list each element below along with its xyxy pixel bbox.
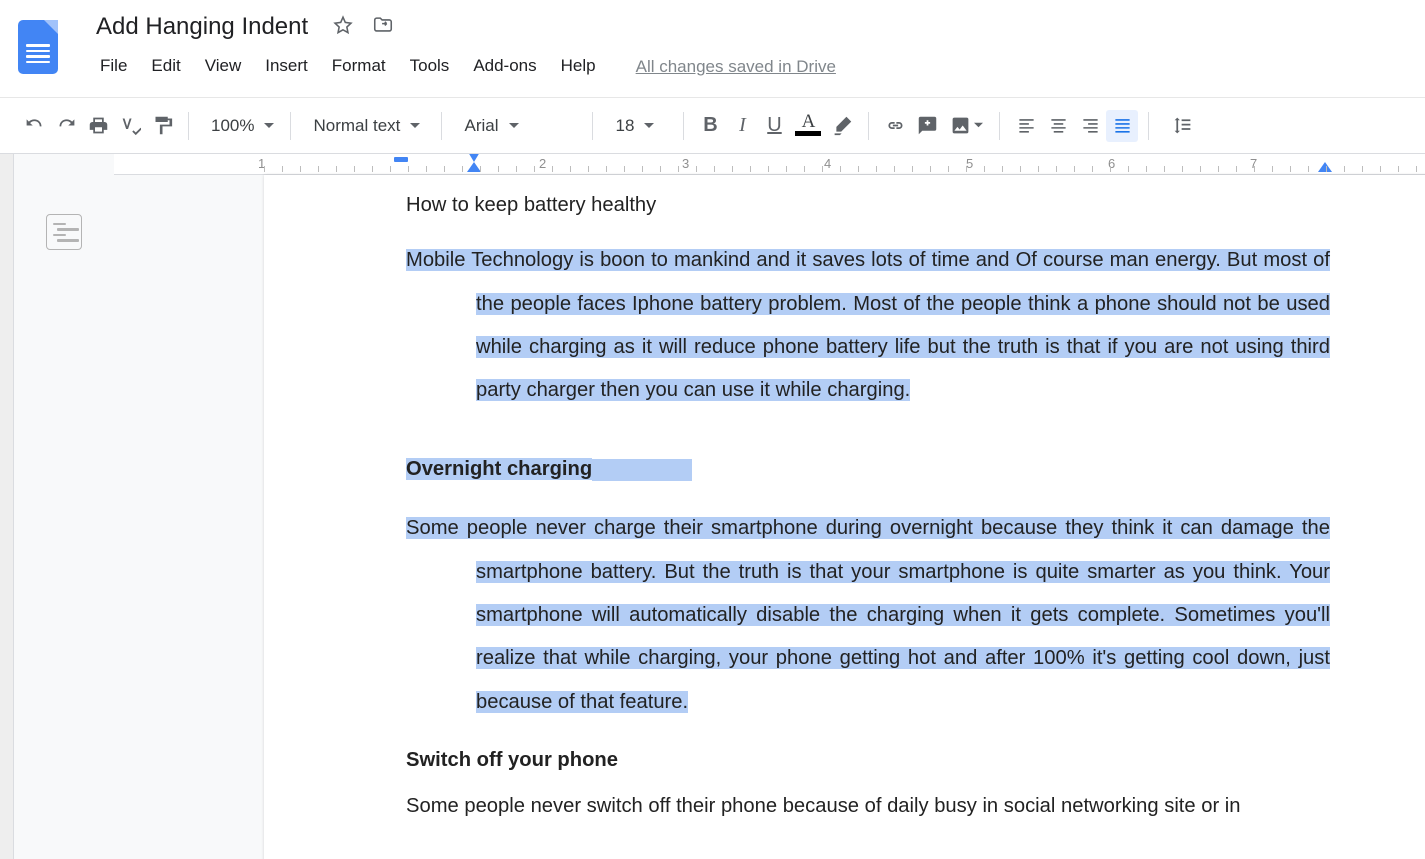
move-icon[interactable] — [372, 14, 394, 41]
align-left-button[interactable] — [1010, 110, 1042, 142]
left-indent-top-marker[interactable] — [468, 154, 480, 162]
line-spacing-button[interactable] — [1159, 110, 1205, 142]
menu-view[interactable]: View — [195, 52, 252, 82]
paint-format-button[interactable] — [146, 110, 178, 142]
ruler-number: 2 — [539, 156, 546, 171]
menu-tools[interactable]: Tools — [400, 52, 460, 82]
menu-help[interactable]: Help — [551, 52, 606, 82]
add-comment-button[interactable] — [911, 110, 943, 142]
document-paragraph[interactable]: Some people never charge their smartphon… — [406, 507, 1330, 724]
document-text[interactable]: How to keep battery healthy — [406, 195, 1330, 215]
menu-bar: File Edit View Insert Format Tools Add-o… — [90, 52, 836, 82]
document-text[interactable]: Some people never switch off their phone… — [406, 796, 1330, 816]
docs-logo[interactable] — [18, 20, 58, 74]
undo-button[interactable] — [18, 110, 50, 142]
document-title-input[interactable]: Add Hanging Indent — [90, 10, 314, 44]
menu-file[interactable]: File — [90, 52, 137, 82]
chevron-down-icon — [509, 116, 519, 136]
paragraph-style-select[interactable]: Normal text — [301, 110, 431, 142]
font-size-value: 18 — [615, 116, 634, 136]
print-button[interactable] — [82, 110, 114, 142]
text-color-button[interactable]: A — [790, 110, 826, 142]
chevron-down-icon — [974, 117, 983, 135]
ruler-number: 5 — [966, 156, 973, 171]
insert-image-button[interactable] — [943, 110, 989, 142]
ruler-number: 4 — [824, 156, 831, 171]
horizontal-ruler[interactable]: 1 2 3 4 5 6 7 — [114, 154, 1425, 175]
font-select[interactable]: Arial — [452, 110, 582, 142]
star-icon[interactable] — [332, 14, 354, 41]
left-indent-marker[interactable] — [467, 162, 481, 172]
vertical-ruler — [0, 154, 14, 859]
menu-insert[interactable]: Insert — [255, 52, 318, 82]
ruler-number: 3 — [682, 156, 689, 171]
zoom-value: 100% — [211, 116, 254, 136]
zoom-select[interactable]: 100% — [199, 110, 280, 142]
menu-addons[interactable]: Add-ons — [463, 52, 546, 82]
document-outline-button[interactable] — [46, 214, 82, 250]
document-paragraph[interactable]: Mobile Technology is boon to mankind and… — [406, 239, 1330, 413]
first-line-indent-marker[interactable] — [394, 157, 408, 162]
chevron-down-icon — [264, 116, 274, 136]
app-header: Add Hanging Indent File Edit View Insert… — [0, 0, 1425, 98]
document-heading[interactable]: Switch off your phone — [406, 750, 1330, 770]
bold-button[interactable]: B — [694, 110, 726, 142]
align-right-button[interactable] — [1074, 110, 1106, 142]
menu-format[interactable]: Format — [322, 52, 396, 82]
underline-button[interactable]: U — [758, 110, 790, 142]
chevron-down-icon — [410, 116, 420, 136]
font-value: Arial — [464, 116, 498, 136]
paragraph-style-value: Normal text — [313, 116, 400, 136]
save-status[interactable]: All changes saved in Drive — [636, 57, 836, 77]
align-center-button[interactable] — [1042, 110, 1074, 142]
redo-button[interactable] — [50, 110, 82, 142]
document-heading[interactable]: Overnight charging — [406, 459, 1330, 481]
toolbar: 100% Normal text Arial 18 B I U A — [0, 98, 1425, 154]
chevron-down-icon — [644, 116, 654, 136]
right-indent-marker[interactable] — [1318, 162, 1332, 172]
menu-edit[interactable]: Edit — [141, 52, 190, 82]
spellcheck-button[interactable] — [114, 110, 146, 142]
italic-button[interactable]: I — [726, 110, 758, 142]
document-page[interactable]: How to keep battery healthy Mobile Techn… — [264, 175, 1425, 859]
highlight-color-button[interactable] — [826, 110, 858, 142]
font-size-select[interactable]: 18 — [603, 110, 673, 142]
insert-link-button[interactable] — [879, 110, 911, 142]
align-justify-button[interactable] — [1106, 110, 1138, 142]
